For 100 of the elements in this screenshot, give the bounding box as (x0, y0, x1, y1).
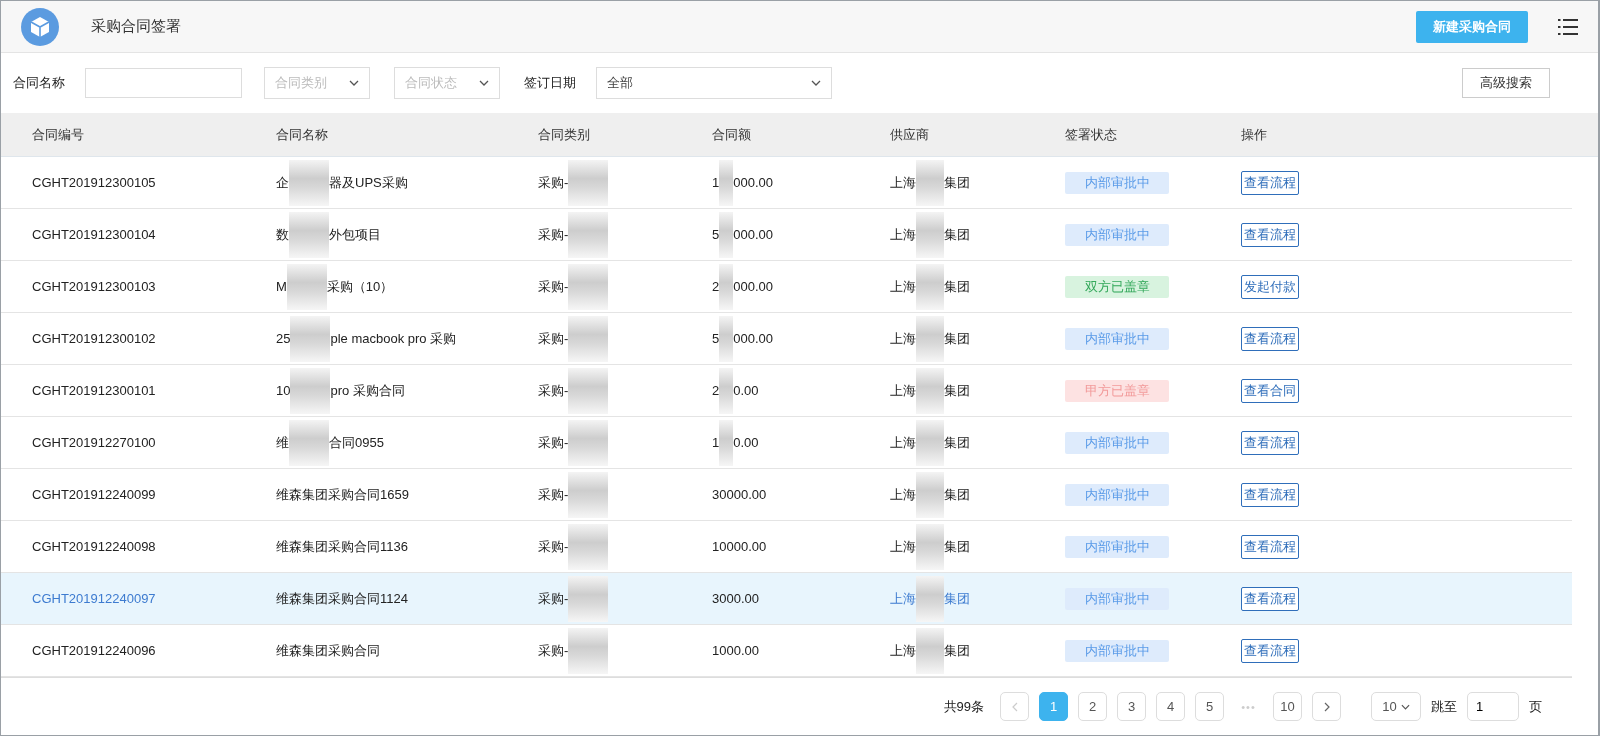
redaction-mosaic (916, 419, 944, 466)
action-link[interactable]: 发起付款 (1241, 274, 1299, 299)
supplier-name: 上海 (890, 277, 916, 296)
redaction-mosaic (568, 627, 609, 674)
action-link[interactable]: 查看流程 (1241, 430, 1299, 455)
menu-icon[interactable] (1558, 17, 1578, 36)
redaction-mosaic (568, 367, 609, 414)
contract-name: 维森集团采购合同1136 (276, 537, 408, 556)
page-title: 采购合同签署 (91, 17, 181, 36)
contract-category: 采购- (538, 173, 569, 192)
redaction-mosaic (289, 211, 329, 258)
column-header: 合同名称 (276, 125, 329, 144)
contract-category: 采购- (538, 641, 569, 660)
redaction-mosaic (568, 315, 609, 362)
table-row[interactable]: CGHT201912240097 维森集团采购合同1124 采购- 3000.00 上海 集团 内部审批中 查看流程 (1, 573, 1572, 625)
table-row[interactable]: CGHT201912240099 维森集团采购合同1659 采购- 30000.00 上海 集团 内部审批中 查看流程 (1, 469, 1572, 521)
action-link[interactable]: 查看流程 (1241, 222, 1299, 247)
contract-code: CGHT201912300105 (32, 175, 157, 190)
contract-name: 器及UPS采购 (329, 173, 408, 192)
table-row[interactable]: CGHT201912300105 企 器及UPS采购 采购- 1 000.00 上海 集团 内部审批中 查看流程 (1, 157, 1572, 209)
redaction-mosaic (719, 419, 734, 466)
action-link[interactable]: 查看流程 (1241, 638, 1299, 663)
contract-amount: 5 (712, 227, 720, 242)
date-select[interactable]: 全部 (596, 67, 832, 99)
chevron-right-icon (1323, 701, 1330, 712)
contract-amount: 000.00 (733, 279, 773, 294)
page-button[interactable]: 5 (1195, 692, 1224, 721)
advanced-search-button[interactable]: 高级搜索 (1462, 68, 1550, 98)
action-link[interactable]: 查看流程 (1241, 170, 1299, 195)
contract-code: CGHT201912240098 (32, 539, 157, 554)
redaction-mosaic (916, 159, 944, 206)
contract-amount: 0.00 (733, 383, 759, 398)
contract-name: 合同0955 (329, 433, 384, 452)
redaction-mosaic (568, 211, 609, 258)
jump-label: 跳至 (1431, 697, 1457, 716)
contract-name: 10 (276, 383, 291, 398)
page-button[interactable]: 10 (1273, 692, 1302, 721)
contract-category: 采购- (538, 277, 569, 296)
page-button[interactable]: 4 (1156, 692, 1185, 721)
contract-category: 采购- (538, 329, 569, 348)
supplier-name: 集团 (944, 641, 970, 660)
contract-amount: 1000.00 (712, 643, 759, 658)
redaction-mosaic (286, 263, 327, 310)
chevron-down-icon (479, 80, 489, 86)
page-size-select[interactable]: 10 (1371, 692, 1421, 721)
table-row[interactable]: CGHT201912270100 维 合同0955 采购- 1 0.00 上海 集团 内部审批中 查看流程 (1, 417, 1572, 469)
total-count: 共99条 (943, 697, 984, 716)
supplier-name: 上海 (890, 641, 916, 660)
contract-amount: 3000.00 (712, 591, 759, 606)
chevron-down-icon (811, 80, 821, 86)
action-link[interactable]: 查看合同 (1241, 378, 1299, 403)
status-tag: 内部审批中 (1065, 535, 1169, 558)
page-button[interactable]: 2 (1078, 692, 1107, 721)
table-row[interactable]: CGHT201912240096 维森集团采购合同 采购- 1000.00 上海 集团 内部审批中 查看流程 (1, 625, 1572, 677)
column-header: 合同类别 (538, 125, 591, 144)
redaction-mosaic (289, 159, 329, 206)
table-row[interactable]: CGHT201912300101 10 pro 采购合同 采购- 2 0.00 上海 集团 甲方已盖章 查看合同 (1, 365, 1572, 417)
redaction-mosaic (568, 419, 609, 466)
supplier-name: 集团 (944, 329, 970, 348)
table-row[interactable]: CGHT201912300102 25 ple macbook pro 采购 采购- 5 000.00 上海 集团 内部审批中 查看流程 (1, 313, 1572, 365)
action-link[interactable]: 查看流程 (1241, 534, 1299, 559)
contract-amount: 1 (712, 435, 720, 450)
filter-label: 合同名称 (13, 74, 65, 92)
supplier-name: 上海 (890, 537, 916, 556)
prev-page-button[interactable] (1000, 692, 1029, 721)
table-row[interactable]: CGHT201912300104 数 外包项目 采购- 5 000.00 上海 集团 内部审批中 查看流程 (1, 209, 1572, 261)
contract-name: 维森集团采购合同1124 (276, 589, 408, 608)
redaction-mosaic (719, 315, 734, 362)
redaction-mosaic (719, 211, 734, 258)
contract-amount: 2 (712, 383, 720, 398)
page-unit-label: 页 (1529, 697, 1542, 716)
contract-amount: 30000.00 (712, 487, 767, 502)
redaction-mosaic (290, 315, 331, 362)
redaction-mosaic (289, 419, 329, 466)
redaction-mosaic (568, 471, 609, 518)
redaction-mosaic (568, 523, 609, 570)
contract-name: 数 (276, 225, 289, 244)
contract-name: 25 (276, 331, 291, 346)
contract-amount: 000.00 (733, 175, 773, 190)
status-tag: 内部审批中 (1065, 587, 1169, 610)
contract-code: CGHT201912300101 (32, 383, 157, 398)
supplier-name: 上海 (890, 225, 916, 244)
supplier-name: 集团 (944, 485, 970, 504)
action-link[interactable]: 查看流程 (1241, 326, 1299, 351)
chevron-down-icon (1400, 703, 1410, 710)
chevron-down-icon (349, 80, 359, 86)
contract-code: CGHT201912300103 (32, 279, 157, 294)
next-page-button[interactable] (1312, 692, 1341, 721)
chevron-left-icon (1011, 701, 1018, 712)
action-link[interactable]: 查看流程 (1241, 482, 1299, 507)
action-link[interactable]: 查看流程 (1241, 586, 1299, 611)
table-row[interactable]: CGHT201912300103 M 采购（10） 采购- 2 000.00 上海 集团 双方已盖章 发起付款 (1, 261, 1572, 313)
contract-name: 维森集团采购合同1659 (276, 485, 409, 504)
jump-page-field[interactable]: 1 (1467, 692, 1519, 721)
contract-name: 维 (276, 433, 289, 452)
contract-category: 采购- (538, 589, 569, 608)
supplier-name: 上海 (890, 589, 916, 608)
contract-name-field[interactable] (85, 68, 242, 98)
page-button[interactable]: 3 (1117, 692, 1146, 721)
cube-logo-icon (21, 7, 59, 46)
